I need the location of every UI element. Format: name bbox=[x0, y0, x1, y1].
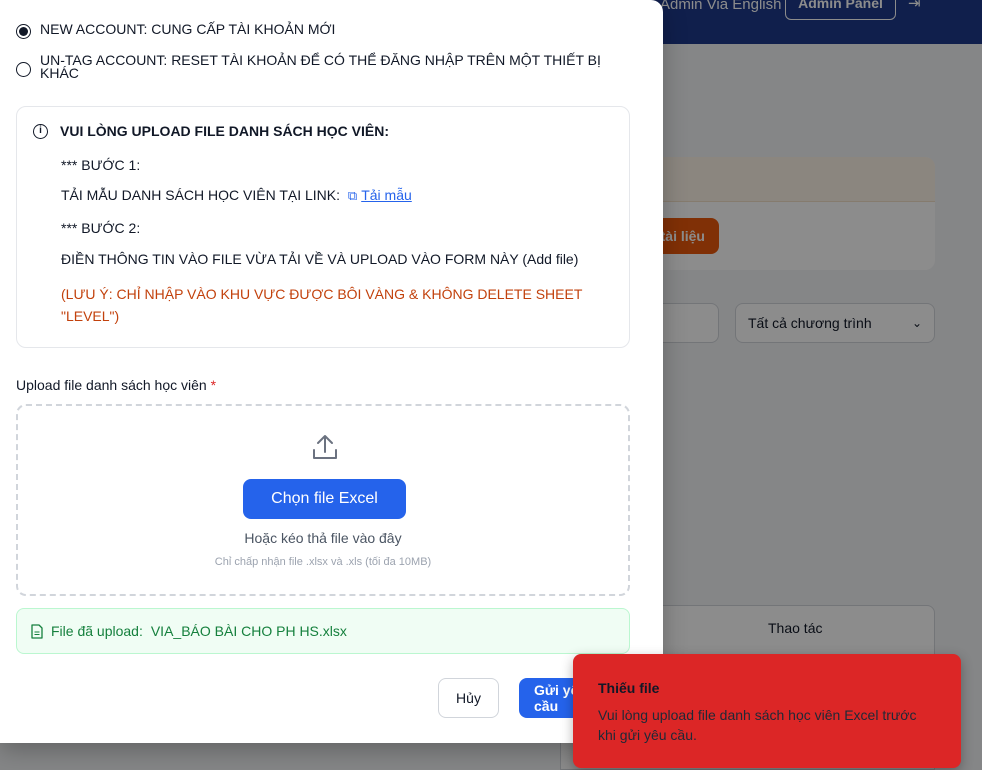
uploaded-file-banner: File đã upload: VIA_BÁO BÀI CHO PH HS.xl… bbox=[16, 608, 630, 654]
step1-text: TẢI MẪU DANH SÁCH HỌC VIÊN TẠI LINK: bbox=[61, 187, 341, 203]
error-toast[interactable]: Thiếu file Vui lòng upload file danh sác… bbox=[573, 654, 961, 768]
uploaded-filename: VIA_BÁO BÀI CHO PH HS.xlsx bbox=[150, 623, 347, 639]
step1-line: TẢI MẪU DANH SÁCH HỌC VIÊN TẠI LINK: ⧉ Tả… bbox=[61, 187, 412, 204]
option-label: UN-TAG ACCOUNT: RESET TÀI KHOẢN ĐỂ CÓ TH… bbox=[40, 52, 601, 81]
required-mark: * bbox=[210, 377, 217, 393]
template-download-link[interactable]: Tải mẫu bbox=[361, 187, 412, 203]
file-type-hint: Chỉ chấp nhận file .xlsx và .xls (tối đa… bbox=[214, 556, 432, 568]
info-icon: i bbox=[33, 123, 48, 139]
choose-excel-button[interactable]: Chọn file Excel bbox=[243, 479, 406, 519]
file-dropzone[interactable]: Chọn file Excel Hoặc kéo thả file vào đâ… bbox=[16, 404, 630, 596]
upload-label: Upload file danh sách học viên * bbox=[16, 377, 216, 393]
radio-untag-account[interactable] bbox=[16, 62, 31, 77]
warning-note: (LƯU Ý: CHỈ NHẬP VÀO KHU VỰC ĐƯỢC BÔI VÀ… bbox=[61, 286, 583, 324]
instructions-title-text: VUI LÒNG UPLOAD FILE DANH SÁCH HỌC VIÊN: bbox=[60, 123, 390, 139]
upload-label-text: Upload file danh sách học viên bbox=[16, 377, 207, 393]
step2-text: ĐIỀN THÔNG TIN VÀO FILE VỪA TẢI VỀ VÀ UP… bbox=[61, 251, 579, 267]
option-label: NEW ACCOUNT: CUNG CẤP TÀI KHOẢN MỚI bbox=[40, 21, 336, 37]
toast-title: Thiếu file bbox=[598, 680, 660, 696]
instructions-title: i VUI LÒNG UPLOAD FILE DANH SÁCH HỌC VIÊ… bbox=[33, 123, 389, 139]
radio-new-account[interactable] bbox=[16, 24, 31, 39]
option-untag-account[interactable]: UN-TAG ACCOUNT: RESET TÀI KHOẢN ĐỂ CÓ TH… bbox=[16, 52, 616, 81]
uploaded-prefix: File đã upload: bbox=[51, 623, 143, 639]
upload-icon bbox=[313, 435, 337, 459]
request-modal: NEW ACCOUNT: CUNG CẤP TÀI KHOẢN MỚI UN-T… bbox=[0, 0, 663, 743]
step2-heading: *** BƯỚC 2: bbox=[61, 220, 141, 236]
instructions-box: i VUI LÒNG UPLOAD FILE DANH SÁCH HỌC VIÊ… bbox=[16, 106, 630, 348]
option-new-account[interactable]: NEW ACCOUNT: CUNG CẤP TÀI KHOẢN MỚI bbox=[16, 21, 336, 39]
file-icon bbox=[31, 623, 43, 639]
cancel-button[interactable]: Hủy bbox=[438, 678, 499, 718]
drag-drop-text: Hoặc kéo thả file vào đây bbox=[244, 530, 402, 546]
toast-message: Vui lòng upload file danh sách học viên … bbox=[598, 707, 917, 743]
external-link-icon[interactable]: ⧉ bbox=[348, 188, 357, 204]
step1-heading: *** BƯỚC 1: bbox=[61, 157, 141, 173]
